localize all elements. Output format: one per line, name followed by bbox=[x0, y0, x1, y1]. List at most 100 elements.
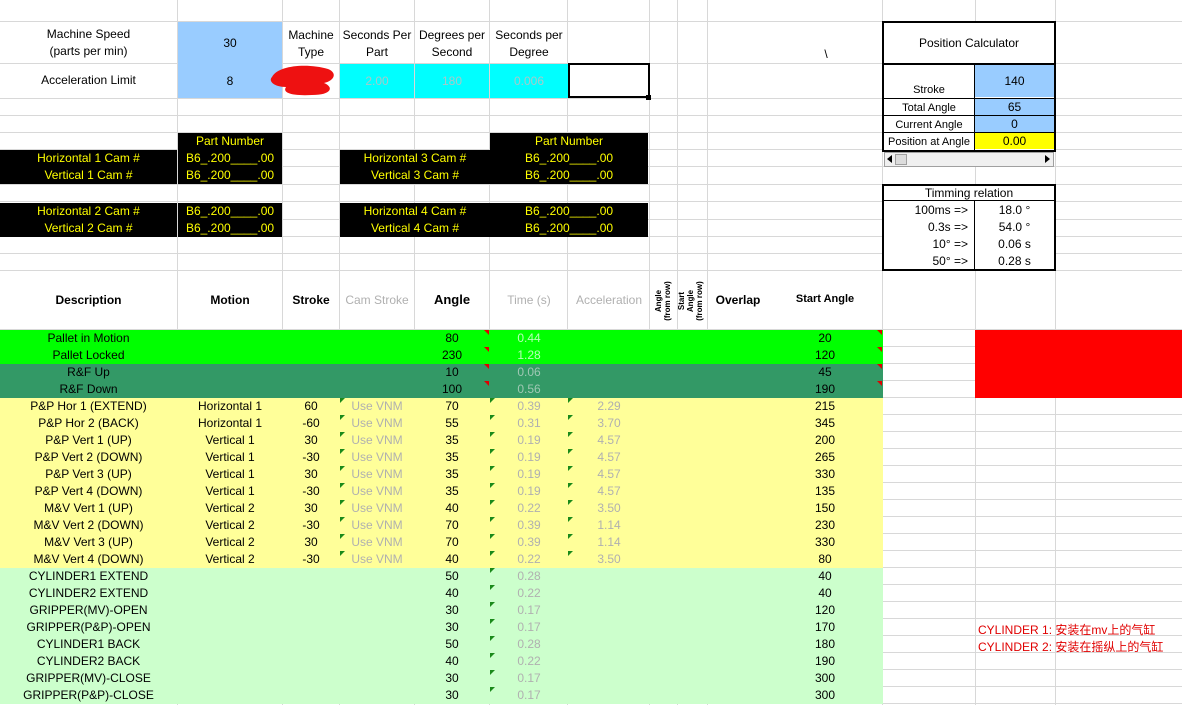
row-motion[interactable] bbox=[178, 602, 282, 619]
vertical-1-cam-pn[interactable]: B6_.200____.00 bbox=[178, 167, 282, 184]
row-motion[interactable] bbox=[178, 364, 282, 381]
row-description[interactable]: P&P Vert 4 (DOWN) bbox=[0, 483, 177, 500]
row-cam-stroke[interactable] bbox=[340, 602, 414, 619]
row-time[interactable]: 0.22 bbox=[490, 585, 568, 602]
row-acceleration[interactable] bbox=[568, 619, 650, 636]
row-time[interactable]: 0.44 bbox=[490, 330, 568, 347]
table-row[interactable]: GRIPPER(P&P)-OPEN 30 0.17 170 bbox=[0, 619, 883, 636]
row-time[interactable]: 0.19 bbox=[490, 483, 568, 500]
row-acceleration[interactable]: 4.57 bbox=[568, 432, 650, 449]
row-angle[interactable]: 40 bbox=[415, 653, 489, 670]
row-stroke[interactable] bbox=[283, 330, 339, 347]
row-motion[interactable]: Horizontal 1 bbox=[178, 415, 282, 432]
row-motion[interactable]: Vertical 1 bbox=[178, 466, 282, 483]
row-stroke[interactable] bbox=[283, 619, 339, 636]
row-acceleration[interactable]: 3.70 bbox=[568, 415, 650, 432]
row-stroke[interactable] bbox=[283, 381, 339, 398]
row-start-angle[interactable]: 45 bbox=[768, 364, 882, 381]
row-description[interactable]: M&V Vert 2 (DOWN) bbox=[0, 517, 177, 534]
row-time[interactable]: 1.28 bbox=[490, 347, 568, 364]
current-angle-input[interactable]: 0 bbox=[975, 115, 1054, 132]
row-description[interactable]: R&F Up bbox=[0, 364, 177, 381]
row-angle[interactable]: 35 bbox=[415, 449, 489, 466]
row-angle[interactable]: 30 bbox=[415, 619, 489, 636]
row-stroke[interactable]: -30 bbox=[283, 449, 339, 466]
row-cam-stroke[interactable] bbox=[340, 687, 414, 704]
row-acceleration[interactable] bbox=[568, 687, 650, 704]
row-description[interactable]: M&V Vert 3 (UP) bbox=[0, 534, 177, 551]
acceleration-limit-input[interactable]: 8 bbox=[178, 64, 282, 98]
row-time[interactable]: 0.39 bbox=[490, 534, 568, 551]
row-time[interactable]: 0.22 bbox=[490, 500, 568, 517]
row-motion[interactable] bbox=[178, 568, 282, 585]
row-motion[interactable] bbox=[178, 619, 282, 636]
row-angle[interactable]: 35 bbox=[415, 432, 489, 449]
row-cam-stroke[interactable]: Use VNM bbox=[340, 398, 414, 415]
row-cam-stroke[interactable] bbox=[340, 381, 414, 398]
row-acceleration[interactable]: 3.50 bbox=[568, 551, 650, 568]
row-description[interactable]: CYLINDER1 BACK bbox=[0, 636, 177, 653]
row-cam-stroke[interactable] bbox=[340, 568, 414, 585]
vertical-4-cam-pn[interactable]: B6_.200____.00 bbox=[490, 220, 648, 237]
scroll-thumb[interactable] bbox=[895, 154, 907, 165]
row-angle[interactable]: 100 bbox=[415, 381, 489, 398]
row-cam-stroke[interactable]: Use VNM bbox=[340, 449, 414, 466]
row-time[interactable]: 0.39 bbox=[490, 517, 568, 534]
row-stroke[interactable]: -30 bbox=[283, 483, 339, 500]
scroll-left-icon[interactable] bbox=[887, 155, 892, 163]
row-angle[interactable]: 30 bbox=[415, 602, 489, 619]
row-description[interactable]: GRIPPER(MV)-OPEN bbox=[0, 602, 177, 619]
row-acceleration[interactable]: 2.29 bbox=[568, 398, 650, 415]
row-description[interactable]: GRIPPER(MV)-CLOSE bbox=[0, 670, 177, 687]
row-motion[interactable]: Vertical 2 bbox=[178, 517, 282, 534]
row-acceleration[interactable] bbox=[568, 347, 650, 364]
row-cam-stroke[interactable] bbox=[340, 585, 414, 602]
row-start-angle[interactable]: 40 bbox=[768, 568, 882, 585]
row-stroke[interactable] bbox=[283, 670, 339, 687]
row-stroke[interactable]: 30 bbox=[283, 466, 339, 483]
row-time[interactable]: 0.39 bbox=[490, 398, 568, 415]
row-start-angle[interactable]: 150 bbox=[768, 500, 882, 517]
row-description[interactable]: CYLINDER2 BACK bbox=[0, 653, 177, 670]
table-row[interactable]: M&V Vert 3 (UP) Vertical 2 30 Use VNM 70 0.39… bbox=[0, 534, 883, 551]
row-description[interactable]: P&P Vert 2 (DOWN) bbox=[0, 449, 177, 466]
row-stroke[interactable] bbox=[283, 636, 339, 653]
row-start-angle[interactable]: 345 bbox=[768, 415, 882, 432]
row-time[interactable]: 0.17 bbox=[490, 602, 568, 619]
row-time[interactable]: 0.22 bbox=[490, 653, 568, 670]
row-time[interactable]: 0.17 bbox=[490, 619, 568, 636]
row-motion[interactable] bbox=[178, 670, 282, 687]
row-cam-stroke[interactable]: Use VNM bbox=[340, 432, 414, 449]
row-acceleration[interactable]: 1.14 bbox=[568, 534, 650, 551]
row-stroke[interactable]: 30 bbox=[283, 534, 339, 551]
horizontal-2-cam-pn[interactable]: B6_.200____.00 bbox=[178, 203, 282, 220]
row-acceleration[interactable] bbox=[568, 364, 650, 381]
row-angle[interactable]: 50 bbox=[415, 636, 489, 653]
row-time[interactable]: 0.06 bbox=[490, 364, 568, 381]
row-acceleration[interactable] bbox=[568, 330, 650, 347]
row-time[interactable]: 0.19 bbox=[490, 466, 568, 483]
row-cam-stroke[interactable] bbox=[340, 347, 414, 364]
row-cam-stroke[interactable]: Use VNM bbox=[340, 551, 414, 568]
row-motion[interactable]: Vertical 1 bbox=[178, 432, 282, 449]
row-angle[interactable]: 40 bbox=[415, 551, 489, 568]
row-acceleration[interactable] bbox=[568, 602, 650, 619]
row-stroke[interactable]: 30 bbox=[283, 432, 339, 449]
row-start-angle[interactable]: 80 bbox=[768, 551, 882, 568]
row-stroke[interactable] bbox=[283, 364, 339, 381]
row-description[interactable]: R&F Down bbox=[0, 381, 177, 398]
row-acceleration[interactable]: 4.57 bbox=[568, 483, 650, 500]
row-cam-stroke[interactable]: Use VNM bbox=[340, 517, 414, 534]
row-acceleration[interactable] bbox=[568, 653, 650, 670]
row-start-angle[interactable]: 265 bbox=[768, 449, 882, 466]
table-row[interactable]: M&V Vert 1 (UP) Vertical 2 30 Use VNM 40 0.22… bbox=[0, 500, 883, 517]
row-stroke[interactable] bbox=[283, 347, 339, 364]
row-description[interactable]: P&P Vert 1 (UP) bbox=[0, 432, 177, 449]
row-cam-stroke[interactable]: Use VNM bbox=[340, 500, 414, 517]
vertical-3-cam-pn[interactable]: B6_.200____.00 bbox=[490, 167, 648, 184]
row-time[interactable]: 0.28 bbox=[490, 568, 568, 585]
row-cam-stroke[interactable] bbox=[340, 670, 414, 687]
row-start-angle[interactable]: 120 bbox=[768, 602, 882, 619]
row-description[interactable]: M&V Vert 1 (UP) bbox=[0, 500, 177, 517]
row-cam-stroke[interactable]: Use VNM bbox=[340, 466, 414, 483]
